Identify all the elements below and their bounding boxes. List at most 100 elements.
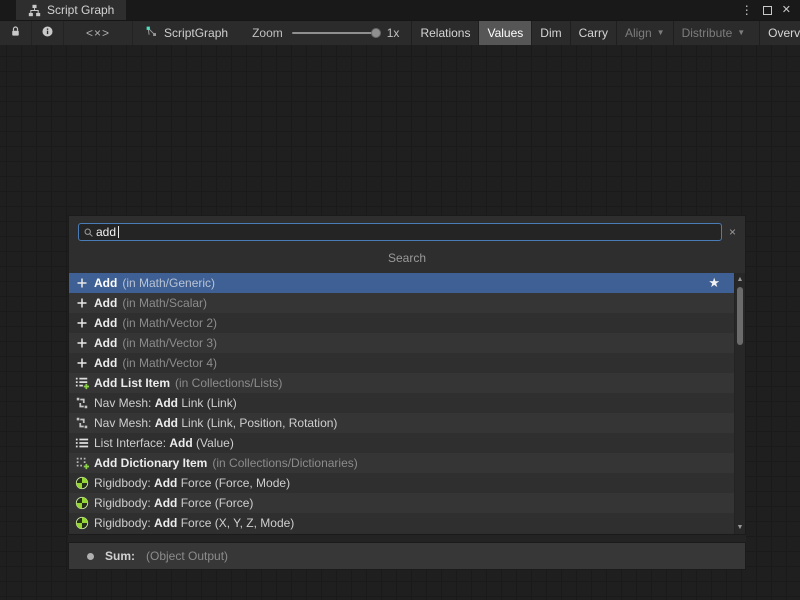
zoom-slider[interactable] [292, 32, 378, 34]
list-item[interactable]: Add (in Math/Generic) ★ [69, 273, 734, 293]
list-item-text: (in Math/Vector 2) [122, 316, 217, 330]
chevron-down-icon: ▼ [657, 29, 665, 37]
list-item-text: Force (Force, Mode) [177, 476, 290, 490]
list-item-text: Link (Link) [178, 396, 237, 410]
finder-divider [68, 535, 746, 542]
navmesh-icon [74, 415, 90, 431]
list-item-text: List Interface: [94, 436, 169, 450]
zoom-value: 1x [387, 26, 400, 40]
align-button[interactable]: Align ▼ [616, 21, 673, 45]
finder-preview-footer: Sum: (Object Output) [68, 542, 746, 570]
maximize-icon[interactable] [763, 6, 772, 15]
dict-add-icon [74, 455, 90, 471]
list-item-text: Add [154, 496, 177, 510]
list-item[interactable]: Add (in Math/Vector 2) [69, 313, 734, 333]
list-item-text: (in Math/Generic) [122, 276, 215, 290]
list-item-text: Force (X, Y, Z, Mode) [177, 516, 294, 530]
graph-hierarchy-icon [28, 2, 41, 18]
list-item[interactable]: Rigidbody: Add Force (X, Y, Z, Mode) [69, 513, 734, 533]
list-item-text: Add Dictionary Item [94, 456, 207, 470]
list-item-text: Add [94, 356, 117, 370]
list-item-text: Add [154, 516, 177, 530]
plus-icon [74, 355, 90, 371]
list-item-text: Nav Mesh: [94, 396, 155, 410]
tab-script-graph[interactable]: Script Graph [16, 0, 126, 20]
lock-icon [9, 25, 22, 41]
dim-button[interactable]: Dim [531, 21, 569, 45]
scroll-up-icon[interactable]: ▲ [735, 274, 745, 285]
rigidbody-icon [74, 515, 90, 531]
distribute-button[interactable]: Distribute ▼ [673, 21, 754, 45]
list-item-text: Add [94, 276, 117, 290]
text-caret [118, 226, 119, 238]
results-list: Add (in Math/Generic) ★ Add (in Math/Scalar)… [69, 273, 734, 533]
favorite-star-icon[interactable]: ★ [708, 275, 720, 291]
clear-search-icon[interactable]: × [729, 226, 736, 238]
list-item-text: Add [154, 476, 177, 490]
lock-button[interactable] [0, 21, 32, 45]
port-dot-icon [87, 553, 94, 560]
more-menu-icon[interactable]: ⋮ [741, 4, 753, 16]
scroll-down-icon[interactable]: ▼ [735, 522, 745, 533]
list-item-text: Rigidbody: [94, 516, 154, 530]
rigidbody-icon [74, 495, 90, 511]
preview-node-label: Sum: [105, 549, 135, 563]
list-item-text: Link (Link, Position, Rotation) [178, 416, 337, 430]
search-icon [83, 227, 94, 238]
graph-breadcrumb[interactable]: ScriptGraph [133, 21, 240, 45]
plus-icon [74, 335, 90, 351]
zoom-slider-knob[interactable] [371, 28, 381, 38]
graph-toolbar: <×> ScriptGraph Zoom 1x Relations Values… [0, 20, 800, 45]
list-item[interactable]: Rigidbody: Add Force (Force, Mode) [69, 473, 734, 493]
list-item-text: (in Math/Scalar) [122, 296, 207, 310]
list-item[interactable]: Nav Mesh: Add Link (Link, Position, Rota… [69, 413, 734, 433]
relations-button[interactable]: Relations [411, 21, 478, 45]
info-button[interactable] [32, 21, 64, 45]
list-item-text: (in Collections/Dictionaries) [212, 456, 357, 470]
list-item-text: Nav Mesh: [94, 416, 155, 430]
list-item[interactable]: Nav Mesh: Add Link (Link) [69, 393, 734, 413]
list-item-text: Add [94, 336, 117, 350]
scrollbar-thumb[interactable] [737, 287, 743, 345]
tab-title: Script Graph [47, 3, 114, 17]
list-item[interactable]: Add List Item (in Collections/Lists) [69, 373, 734, 393]
overview-button[interactable]: Overview [759, 21, 800, 45]
rigidbody-icon [74, 475, 90, 491]
search-query-text: add [96, 225, 116, 239]
carry-button[interactable]: Carry [570, 21, 616, 45]
chevron-down-icon: ▼ [737, 29, 745, 37]
list-item[interactable]: Add (in Math/Scalar) [69, 293, 734, 313]
plus-icon [74, 295, 90, 311]
list-item-text: Rigidbody: [94, 496, 154, 510]
list-item[interactable]: Add Dictionary Item (in Collections/Dicti… [69, 453, 734, 473]
list-item[interactable]: Add (in Math/Vector 3) [69, 333, 734, 353]
list-item-text: Force (Force) [177, 496, 253, 510]
list-item-text: Add [94, 296, 117, 310]
list-item-text: (Value) [193, 436, 234, 450]
search-input[interactable]: add [78, 223, 722, 241]
list-item[interactable]: List Interface: Add (Value) [69, 433, 734, 453]
graph-name-label: ScriptGraph [164, 26, 228, 40]
plus-icon [74, 315, 90, 331]
list-item-text: (in Collections/Lists) [175, 376, 282, 390]
script-graph-node-icon [145, 25, 158, 41]
info-icon [41, 25, 54, 41]
plus-icon [74, 275, 90, 291]
list-item-text: Add [155, 416, 178, 430]
zoom-label: Zoom [252, 26, 283, 40]
close-icon[interactable]: ✕ [782, 5, 791, 16]
results-scrollbar[interactable]: ▲ ▼ [734, 273, 745, 534]
list-item-text: (in Math/Vector 3) [122, 336, 217, 350]
values-button[interactable]: Values [478, 21, 531, 45]
fuzzy-finder-popup: add × Search Add(in Math/Generic)★Add(in… [68, 215, 746, 570]
navmesh-icon [74, 395, 90, 411]
list-item-text: Add [169, 436, 192, 450]
list-item-text: Add [94, 316, 117, 330]
list-add-icon [74, 375, 90, 391]
list-item[interactable]: Add(in Math/Vector 4) [69, 353, 734, 373]
list-icon [74, 435, 90, 451]
list-item-text: Add List Item [94, 376, 170, 390]
code-preview-button[interactable]: <×> [64, 21, 133, 45]
window-tab-bar: Script Graph ⋮ ✕ [0, 0, 800, 20]
list-item[interactable]: Rigidbody: Add Force (Force) [69, 493, 734, 513]
